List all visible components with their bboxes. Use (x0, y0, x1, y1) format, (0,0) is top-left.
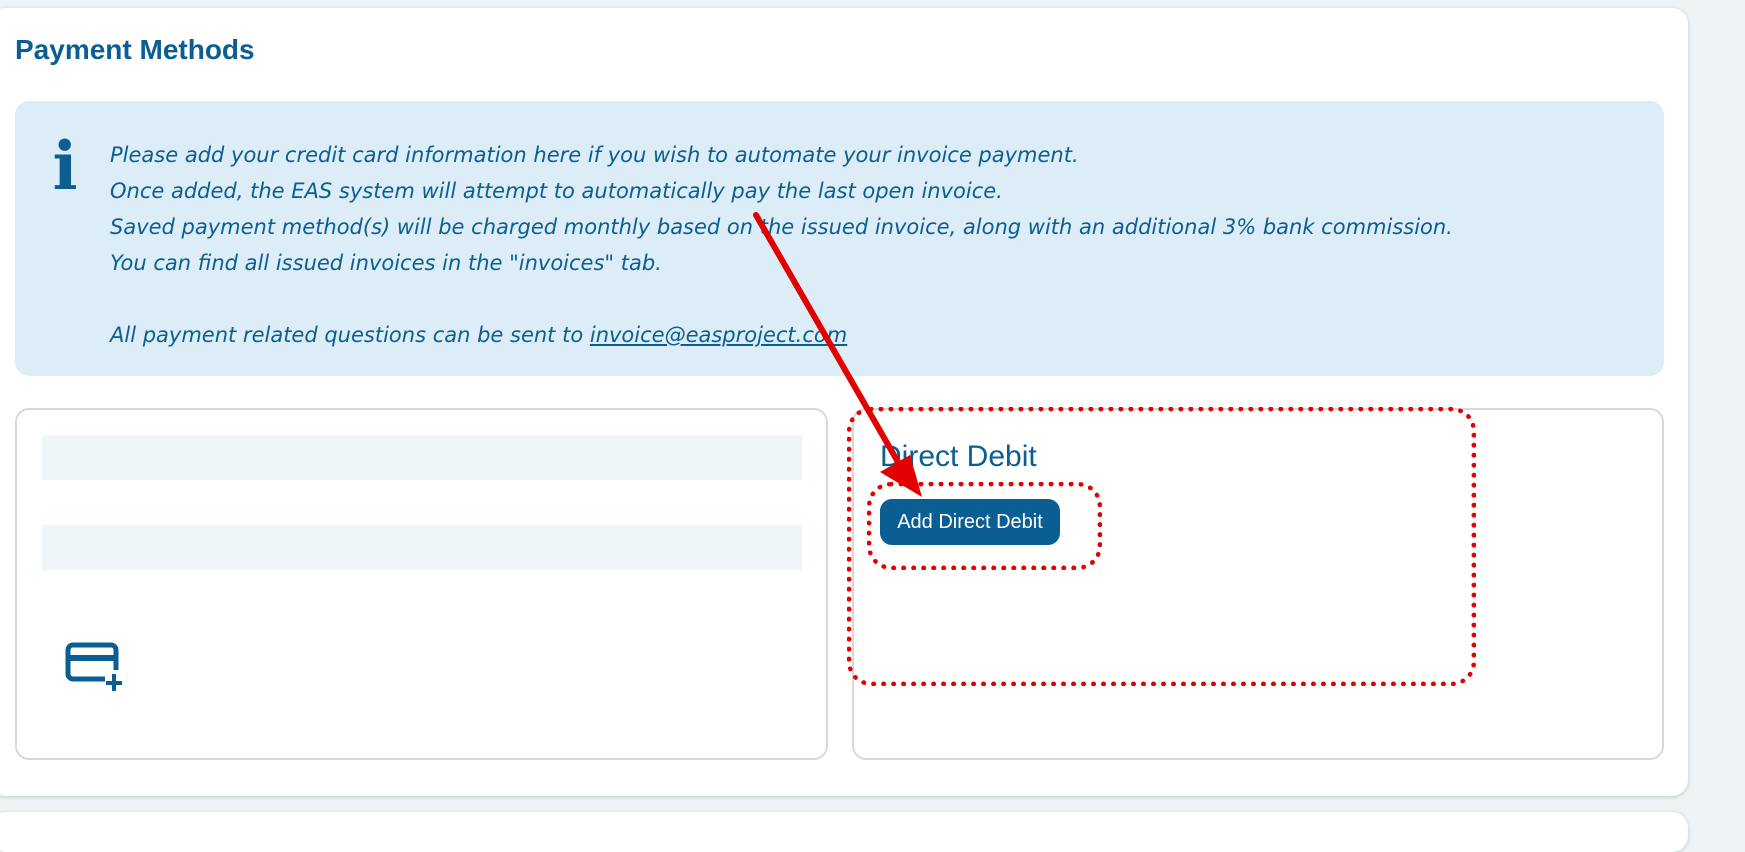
direct-debit-panel: Direct Debit Add Direct Debit (852, 408, 1664, 760)
next-section-card (0, 812, 1688, 852)
info-icon: i (52, 127, 78, 205)
loading-placeholder (42, 525, 802, 570)
info-line: Once added, the EAS system will attempt … (110, 179, 1003, 203)
info-line: You can find all issued invoices in the … (110, 251, 662, 275)
add-direct-debit-button[interactable]: Add Direct Debit (880, 499, 1060, 545)
info-text: Please add your credit card information … (110, 137, 1453, 353)
direct-debit-title: Direct Debit (880, 440, 1037, 473)
loading-placeholder (42, 435, 802, 480)
invoice-email-link[interactable]: invoice@easproject.com (590, 323, 847, 347)
credit-card-panel (15, 408, 828, 760)
page-title: Payment Methods (15, 34, 255, 65)
info-line: Saved payment method(s) will be charged … (110, 215, 1453, 239)
credit-card-add-icon[interactable] (65, 642, 125, 692)
info-line: Please add your credit card information … (110, 143, 1079, 167)
info-box: i Please add your credit card informatio… (15, 101, 1664, 376)
contact-prefix: All payment related questions can be sen… (110, 323, 590, 347)
info-contact-line: All payment related questions can be sen… (110, 317, 1453, 353)
